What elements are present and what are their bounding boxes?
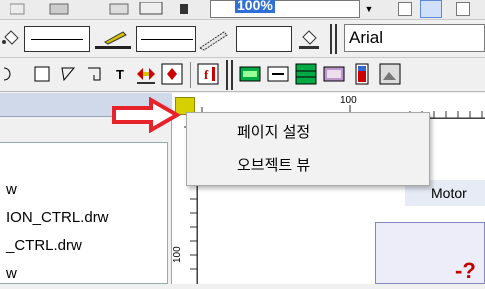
list-item[interactable]: w <box>6 181 17 198</box>
list-item[interactable]: w <box>6 265 17 282</box>
menu-item-page-setup[interactable]: 페이지 설정 <box>187 117 479 149</box>
toolbar-button-b[interactable] <box>420 0 442 18</box>
svg-text:f: f <box>204 67 209 82</box>
arrow-right-icon <box>112 96 182 134</box>
chevron-down-icon[interactable]: ▼ <box>362 2 376 16</box>
input-field-tool-icon[interactable] <box>266 62 290 86</box>
top-ruler-label: 100 <box>340 95 357 106</box>
toolbar-icons-cut <box>9 1 190 16</box>
context-menu: 페이지 설정 오브젝트 뷰 <box>186 112 430 186</box>
fill-bucket-icon[interactable] <box>0 26 22 50</box>
grid-tool-icon[interactable] <box>294 62 318 86</box>
alarm-tool-icon[interactable] <box>322 62 346 86</box>
font-name-text: Arial <box>349 28 384 47</box>
list-item[interactable]: _CTRL.drw <box>6 237 82 254</box>
separator <box>330 24 332 54</box>
toolbar-button-a[interactable] <box>398 2 412 16</box>
separator <box>190 62 191 88</box>
display-tool-icon[interactable] <box>238 62 262 86</box>
line-style-selector[interactable] <box>24 26 90 52</box>
circle-tool-icon[interactable] <box>2 64 20 84</box>
pen-pattern-icon[interactable] <box>196 26 230 52</box>
canvas-object-text: -? <box>455 258 476 283</box>
function-tool-icon[interactable]: f <box>196 62 220 86</box>
zoom-value: 100% <box>235 0 275 13</box>
gauge-tool-icon[interactable] <box>350 62 374 86</box>
button-tool-icon[interactable] <box>160 62 184 86</box>
symbol-tool-icon[interactable] <box>134 62 158 86</box>
menu-item-object-view[interactable]: 오브젝트 뷰 <box>187 150 479 182</box>
color-swatch[interactable] <box>236 26 292 52</box>
zoom-field[interactable]: 100% <box>210 0 360 18</box>
separator <box>335 24 337 54</box>
separator <box>231 60 233 90</box>
toolbar-button-c[interactable] <box>456 2 470 16</box>
drawing-toolbar: T f <box>0 58 485 92</box>
line-color-icon[interactable] <box>93 26 133 52</box>
partial-toolbar-icons <box>9 1 188 15</box>
rectangle-tool-icon[interactable] <box>32 64 52 84</box>
line-width-selector[interactable] <box>136 26 196 52</box>
text-color-icon[interactable] <box>296 26 322 52</box>
picture-tool-icon[interactable] <box>378 62 402 86</box>
list-item[interactable]: ION_CTRL.drw <box>6 209 109 226</box>
text-tool-icon[interactable]: T <box>110 64 130 84</box>
polyline-tool-icon[interactable] <box>84 64 104 84</box>
red-arrow-annotation <box>111 96 182 134</box>
motor-label-text: Motor <box>431 185 467 201</box>
file-list: w ION_CTRL.drw _CTRL.drw w <box>0 142 168 284</box>
left-ruler-label: 100 <box>172 246 183 263</box>
separator <box>226 60 228 90</box>
font-name-field[interactable]: Arial <box>344 24 485 52</box>
top-toolbar: 100% ▼ <box>0 0 485 20</box>
polygon-tool-icon[interactable] <box>58 64 78 84</box>
